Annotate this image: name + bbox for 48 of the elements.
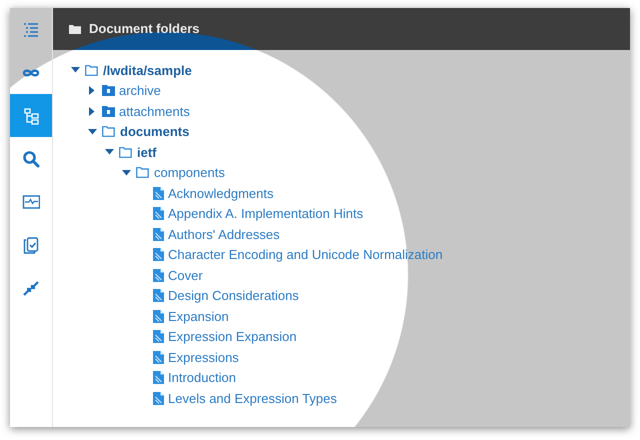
folder-icon [102, 106, 115, 117]
document-link[interactable]: Acknowledgments [168, 184, 274, 203]
document-link[interactable]: Expression Expansion [168, 327, 297, 346]
document-link[interactable]: Introduction [168, 368, 236, 388]
document-link[interactable]: Authors' Addresses [168, 224, 280, 244]
caret-down-icon[interactable] [70, 67, 80, 74]
document-link[interactable]: Character Encoding and Unicode Normalization [168, 245, 443, 264]
caret-down-icon[interactable] [104, 149, 114, 156]
document-icon [153, 186, 164, 200]
document-link[interactable]: Expressions [168, 348, 239, 367]
list-icon [22, 20, 40, 38]
document-icon [153, 371, 164, 384]
folder-label[interactable]: attachments [119, 102, 190, 121]
clipboard-check-icon [22, 236, 40, 254]
folder-label[interactable]: ietf [137, 142, 156, 162]
pulse-monitor-icon [22, 192, 40, 210]
folder-label[interactable]: archive [119, 81, 161, 100]
caret-down-icon[interactable] [88, 128, 96, 135]
folder-label[interactable]: documents [120, 122, 190, 142]
document-icon [153, 350, 164, 364]
folder-label[interactable]: /lwdita/sample [103, 60, 192, 80]
document-link[interactable]: Appendix A. Implementation Hints [168, 204, 364, 224]
folder-outline-icon [136, 167, 150, 178]
document-icon [153, 207, 164, 220]
search-icon [22, 150, 40, 168]
document-link[interactable]: Cover [168, 266, 203, 285]
caret-right-icon[interactable] [89, 106, 95, 116]
document-link[interactable]: Expansion [168, 306, 229, 326]
folder-icon [69, 24, 81, 34]
caret-right-icon[interactable] [89, 86, 95, 96]
document-icon [153, 268, 164, 282]
hierarchy-icon [22, 106, 40, 124]
folder-outline-icon [102, 126, 116, 138]
document-icon [153, 310, 164, 323]
caret-down-icon[interactable] [122, 170, 130, 176]
sidebar-button[interactable] [10, 94, 52, 137]
document-link[interactable]: Levels and Expression Types [168, 388, 337, 408]
document-icon [153, 330, 164, 344]
document-icon [153, 392, 164, 405]
folder-label[interactable]: components [154, 163, 225, 182]
document-icon [153, 228, 164, 241]
folder-outline-icon [85, 64, 99, 76]
folder-outline-icon [119, 146, 133, 158]
document-icon [153, 289, 164, 302]
panel-title: Document folders [89, 20, 200, 38]
document-icon [153, 248, 164, 262]
document-link[interactable]: Design Considerations [168, 286, 299, 306]
folder-icon [102, 85, 115, 96]
